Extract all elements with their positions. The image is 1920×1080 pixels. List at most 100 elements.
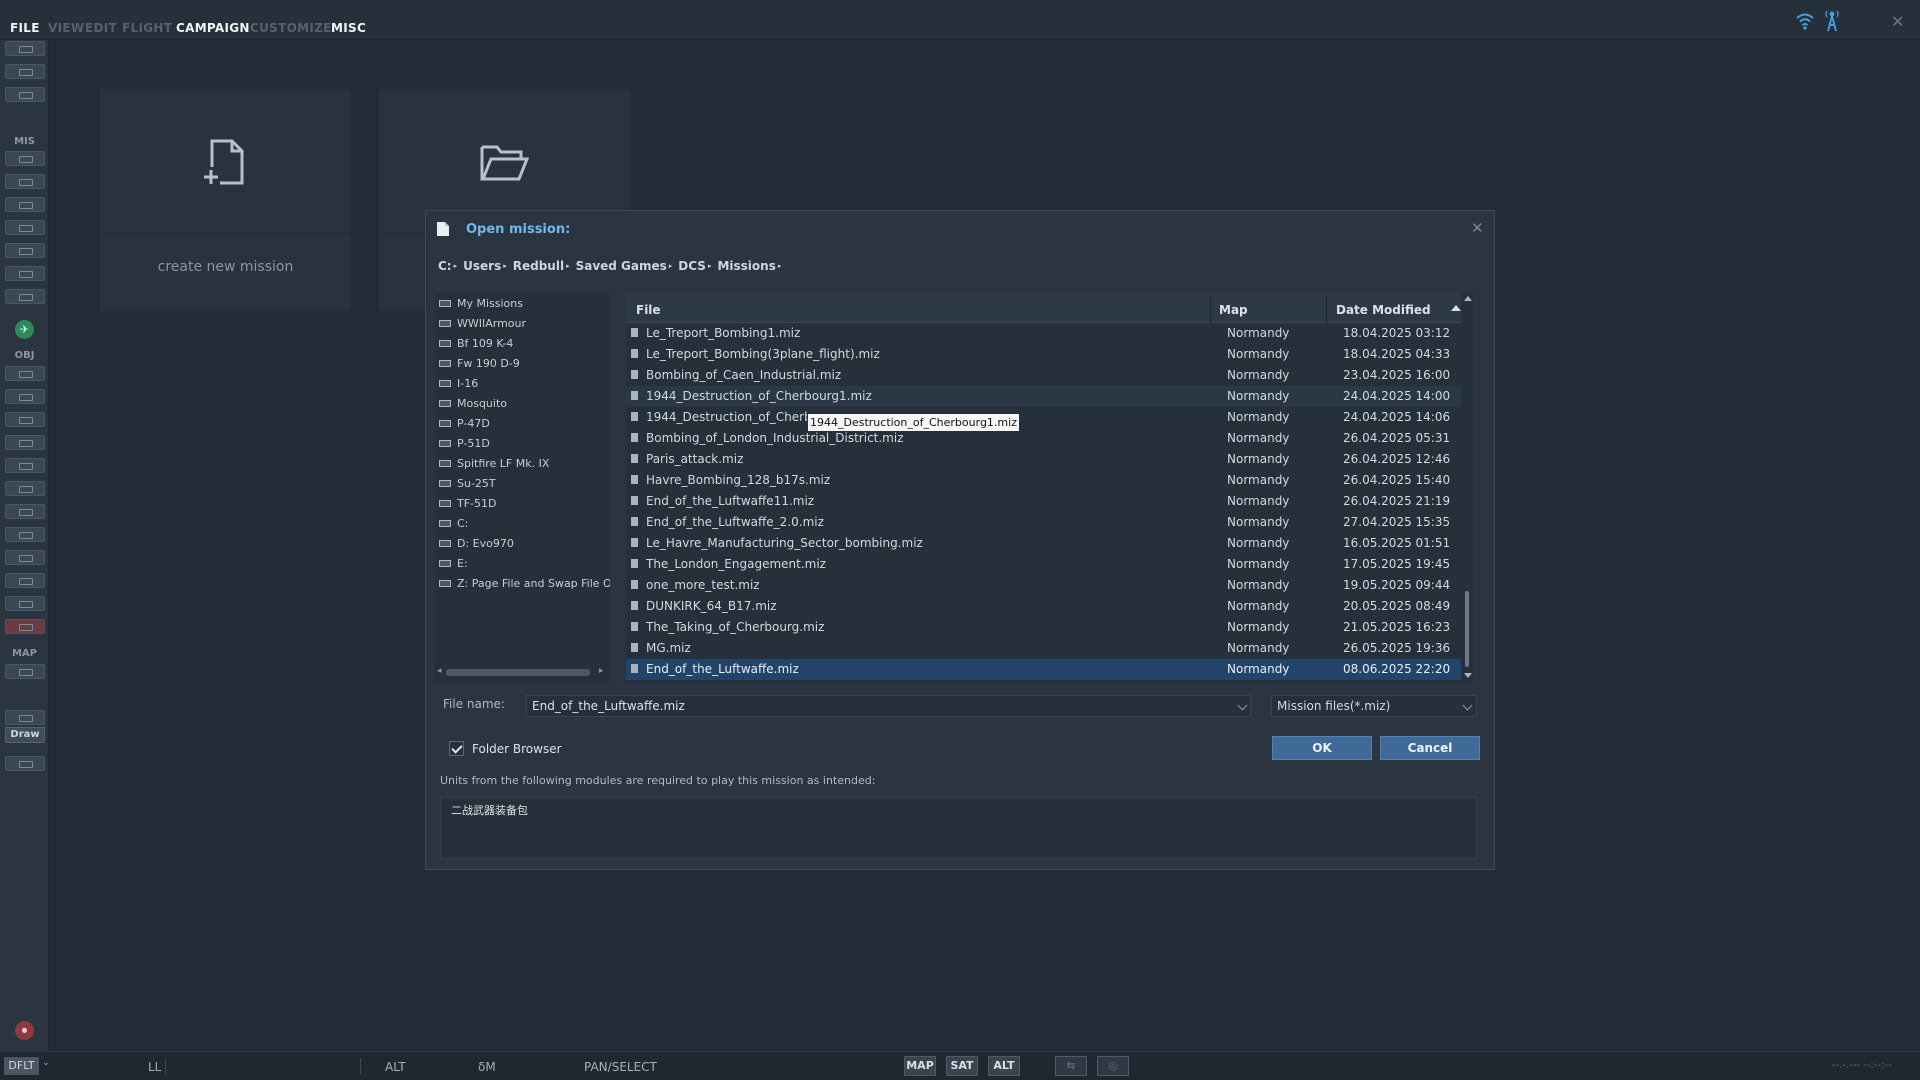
mode-select[interactable]: DFLT	[4, 1057, 39, 1075]
file-row[interactable]: Havre_Bombing_128_b17s.miz Normandy 26.04.…	[626, 470, 1461, 491]
create-new-mission-card[interactable]: create new mission	[100, 89, 351, 311]
menu-customize[interactable]: CUSTOMIZE	[250, 21, 332, 35]
file-row[interactable]: Le_Treport_Bombing1.miz Normandy 18.04.202…	[626, 323, 1461, 344]
file-row[interactable]: The_Taking_of_Cherbourg.miz Normandy 21.05…	[626, 617, 1461, 638]
folder-item[interactable]: I-16	[435, 373, 610, 393]
add-group-tool-button[interactable]	[5, 481, 45, 496]
drive-item[interactable]: C:	[435, 513, 610, 533]
file-row[interactable]: Bombing_of_Caen_Industrial.miz Normandy 23…	[626, 365, 1461, 386]
folder-item[interactable]: Bf 109 K-4	[435, 333, 610, 353]
add-nav-point-tool-button[interactable]	[5, 550, 45, 565]
drive-item[interactable]: E:	[435, 553, 610, 573]
add-target-tool-button[interactable]	[5, 527, 45, 542]
breadcrumb-item[interactable]: Saved Games ▸	[576, 258, 679, 274]
file-row[interactable]: Paris_attack.miz Normandy 26.04.2025 12:46	[626, 449, 1461, 470]
breadcrumb-item[interactable]: DCS ▸	[678, 258, 717, 274]
aircraft-tool-button[interactable]	[5, 197, 45, 212]
add-ship-tool-button[interactable]	[5, 412, 45, 427]
file-row[interactable]: MG.miz Normandy 26.05.2025 19:36	[626, 638, 1461, 659]
file-row[interactable]: 1944_Destruction_of_Cherb Normandy 24.04.2…	[626, 407, 1461, 428]
menu-view[interactable]: VIEW	[48, 21, 84, 35]
close-app-icon[interactable]: ✕	[1891, 12, 1904, 31]
folder-item[interactable]: Su-25T	[435, 473, 610, 493]
folder-item[interactable]: Spitfire LF Mk. IX	[435, 453, 610, 473]
menu-flight[interactable]: FLIGHT	[122, 21, 172, 35]
save-mission-tool-button[interactable]	[5, 87, 45, 102]
sat-view-button[interactable]: SAT	[946, 1056, 978, 1076]
folder-item[interactable]: TF-51D	[435, 493, 610, 513]
file-row[interactable]: Bombing_of_London_Industrial_District.mi…	[626, 428, 1461, 449]
add-zone-tool-button[interactable]	[5, 504, 45, 519]
menu-campaign[interactable]: CAMPAIGN	[176, 21, 250, 35]
chevron-down-icon[interactable]	[1237, 700, 1248, 711]
ruler-icon[interactable]: ⇆	[1055, 1056, 1087, 1076]
map-view-button[interactable]: MAP	[904, 1056, 936, 1076]
ok-button[interactable]: OK	[1272, 736, 1372, 760]
alt-view-button[interactable]: ALT	[988, 1056, 1020, 1076]
map-options-tool-button[interactable]	[5, 664, 45, 679]
check-tool-button[interactable]	[5, 266, 45, 281]
column-header-date[interactable]: Date Modified	[1336, 293, 1431, 323]
file-row[interactable]: DUNKIRK_64_B17.miz Normandy 20.05.2025 08:…	[626, 596, 1461, 617]
record-icon[interactable]: ⏺	[15, 1021, 34, 1040]
new-mission-tool-button[interactable]	[5, 41, 45, 56]
folder-item[interactable]: P-47D	[435, 413, 610, 433]
timeline-tool-button[interactable]	[5, 289, 45, 304]
weather-tool-button[interactable]	[5, 174, 45, 189]
column-header-file[interactable]: File	[636, 293, 661, 323]
menu-misc[interactable]: MISC	[331, 21, 366, 35]
breadcrumb-item[interactable]: Redbull ▸	[513, 258, 576, 274]
chevron-down-icon[interactable]: ⌄	[42, 1058, 50, 1068]
file-row[interactable]: End_of_the_Luftwaffe_2.0.miz Normandy 27.0…	[626, 512, 1461, 533]
scrollbar-thumb[interactable]	[446, 669, 590, 676]
goals-tool-button[interactable]	[5, 243, 45, 258]
file-type-select[interactable]: Mission files(*.miz)	[1271, 695, 1477, 717]
antenna-icon[interactable]	[1824, 10, 1840, 32]
file-name-input[interactable]: End_of_the_Luftwaffe.miz	[526, 695, 1251, 717]
map-layers-tool-button[interactable]	[5, 756, 45, 771]
add-vehicle-tool-button[interactable]	[5, 435, 45, 450]
add-plane-tool-button[interactable]	[5, 366, 45, 381]
breadcrumb-item[interactable]: Users ▸	[463, 258, 513, 274]
add-shape-tool-button[interactable]	[5, 596, 45, 611]
column-header-map[interactable]: Map	[1219, 293, 1248, 323]
scroll-down-icon[interactable]	[1464, 673, 1472, 678]
folder-item[interactable]: Fw 190 D-9	[435, 353, 610, 373]
file-row[interactable]: 1944_Destruction_of_Cherbourg1.miz Norman…	[626, 386, 1461, 407]
drive-item[interactable]: Z: Page File and Swap File ONLY	[435, 573, 610, 593]
briefing-tool-button[interactable]	[5, 151, 45, 166]
scroll-left-icon[interactable]: ◂	[437, 666, 442, 676]
folder-item[interactable]: Mosquito	[435, 393, 610, 413]
target-icon[interactable]: ◎	[1097, 1056, 1129, 1076]
breadcrumb-item[interactable]: Missions ▸	[717, 258, 787, 274]
add-helicopter-tool-button[interactable]	[5, 389, 45, 404]
draw-button[interactable]: Draw	[5, 727, 45, 743]
scroll-right-icon[interactable]: ▸	[599, 666, 604, 676]
ruler-tool-button[interactable]	[5, 710, 45, 725]
wifi-icon[interactable]	[1795, 12, 1815, 30]
file-row[interactable]: The_London_Engagement.miz Normandy 17.05.2…	[626, 554, 1461, 575]
folder-item[interactable]: WWIIArmour	[435, 313, 610, 333]
close-icon[interactable]: ✕	[1471, 219, 1484, 237]
menu-edit[interactable]: EDIT	[85, 21, 117, 35]
menu-file[interactable]: FILE	[10, 21, 40, 35]
open-mission-tool-button[interactable]	[5, 64, 45, 79]
add-template-tool-button[interactable]	[5, 573, 45, 588]
cancel-button[interactable]: Cancel	[1380, 736, 1480, 760]
folder-item[interactable]: P-51D	[435, 433, 610, 453]
remove-tool-button[interactable]	[5, 619, 45, 634]
file-row[interactable]: Le_Havre_Manufacturing_Sector_bombing.mi…	[626, 533, 1461, 554]
chevron-down-icon[interactable]	[1462, 700, 1473, 711]
file-list-scrollbar[interactable]	[1462, 293, 1473, 682]
folder-horizontal-scrollbar[interactable]: ◂ ▸	[435, 666, 610, 680]
breadcrumb-item[interactable]: C: ▸	[438, 258, 463, 274]
scroll-up-icon[interactable]	[1464, 296, 1472, 301]
coalition-icon[interactable]: ✈	[15, 320, 34, 339]
file-row[interactable]: one_more_test.miz Normandy 19.05.2025 09:4…	[626, 575, 1461, 596]
file-row[interactable]: Le_Treport_Bombing(3plane_flight).miz Nor…	[626, 344, 1461, 365]
add-static-tool-button[interactable]	[5, 458, 45, 473]
drive-item[interactable]: D: Evo970	[435, 533, 610, 553]
file-row-selected[interactable]: End_of_the_Luftwaffe.miz Normandy 08.06.20…	[626, 659, 1461, 680]
triggers-tool-button[interactable]	[5, 220, 45, 235]
file-row[interactable]: End_of_the_Luftwaffe11.miz Normandy 26.04.…	[626, 491, 1461, 512]
